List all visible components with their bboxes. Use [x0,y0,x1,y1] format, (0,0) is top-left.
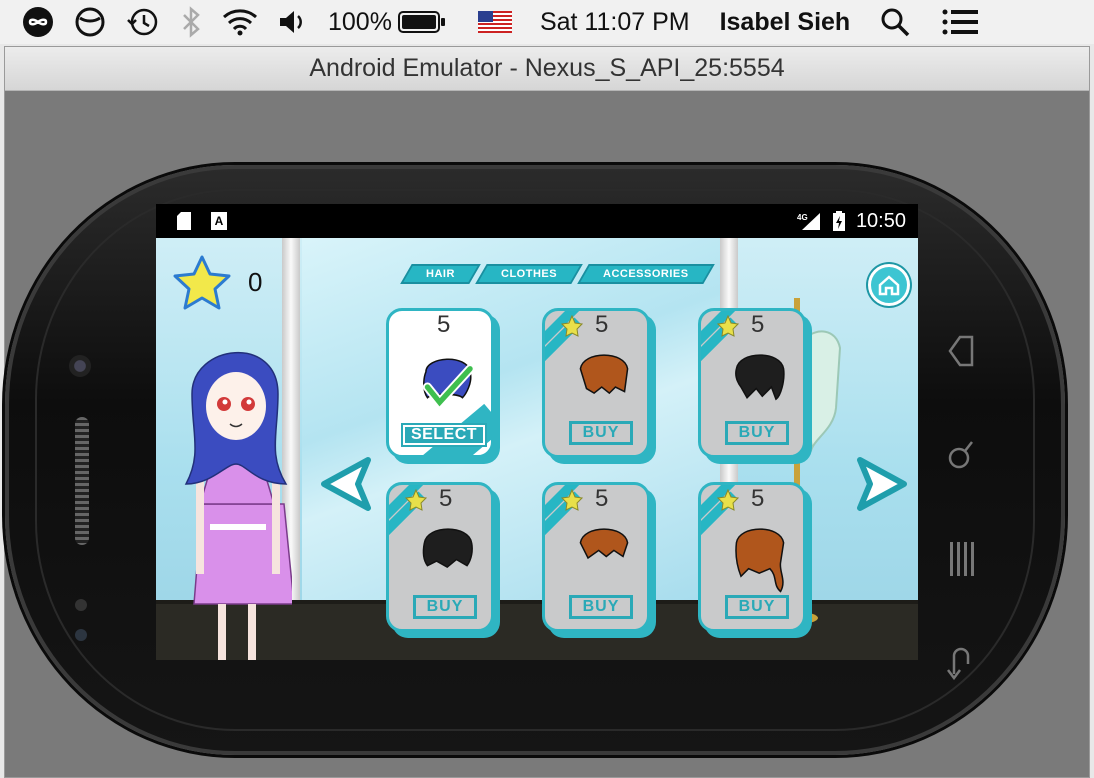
item-card[interactable]: 5 BUY [698,308,812,464]
star-count: 0 [248,266,263,297]
buy-button[interactable]: BUY [569,595,633,619]
keyboard-a-icon: A [211,212,227,230]
previous-arrow-icon[interactable] [318,454,378,514]
price-star-icon [405,489,427,511]
price-star-icon [717,315,739,337]
item-card[interactable]: 5 BUY [542,308,656,464]
spotlight-search-icon[interactable] [880,7,910,37]
mac-menu-bar: 100% Sat 11:07 PM Isabel Sieh [0,0,1094,44]
star-balance: 0 [172,254,262,310]
sd-card-icon [177,212,191,230]
bluetooth-icon[interactable] [180,5,202,39]
next-arrow-icon[interactable] [850,454,910,514]
window-title: Android Emulator - Nexus_S_API_25:5554 [5,47,1089,91]
menu-list-icon[interactable] [942,9,979,35]
wifi-icon[interactable] [222,7,258,37]
earpiece-speaker [75,417,89,545]
category-tabs: HAIR CLOTHES ACCESSORIES [400,264,715,284]
item-price: 5 [751,485,765,512]
home-key-icon[interactable] [946,611,976,715]
hardware-keys [941,299,981,715]
time-machine-icon[interactable] [126,6,160,38]
volume-icon[interactable] [278,8,308,36]
hairstyle-icon [422,528,473,569]
hairstyle-icon [579,354,629,395]
item-price: 5 [751,311,765,338]
menubar-clock[interactable]: Sat 11:07 PM [540,8,690,37]
dressup-game: 0 HAIR CLOTHES ACCESSORIES 5 SELECT 5 BU… [156,238,918,660]
battery-icon[interactable] [397,10,446,34]
star-icon [173,255,231,310]
item-price: 5 [595,485,609,512]
price-star-icon [561,489,583,511]
item-card[interactable]: 5 BUY [542,482,656,638]
battery-percent: 100% [328,7,392,36]
android-clock: 10:50 [855,209,906,232]
home-button[interactable] [868,264,910,306]
android-screen: A 4G 10:50 0 HAIR CLOTHES ACCESSORIES 5 … [156,204,918,660]
svg-text:A: A [215,214,224,228]
no-entry-icon[interactable] [74,6,106,38]
character-avatar [184,351,292,660]
buy-button[interactable]: BUY [725,421,789,445]
us-flag-icon[interactable] [477,11,512,33]
menubar-user[interactable]: Isabel Sieh [720,8,851,37]
android-status-bar: A 4G 10:50 [156,204,918,238]
hairstyle-icon [422,358,475,410]
sensor [75,629,87,641]
tab-hair[interactable]: HAIR [400,264,481,284]
select-button[interactable]: SELECT [401,423,487,447]
front-camera [69,355,91,377]
hairstyle-icon [579,528,629,560]
buy-button[interactable]: BUY [413,595,477,619]
item-price: 5 [439,485,453,512]
back-key-icon[interactable] [946,299,976,403]
tab-accessories[interactable]: ACCESSORIES [577,264,715,284]
signal-4g-icon: 4G [797,213,820,230]
item-card[interactable]: 5 SELECT [386,308,500,464]
tab-clothes[interactable]: CLOTHES [475,264,583,284]
hairstyle-icon [735,354,785,401]
price-star-icon [717,489,739,511]
home-icon [878,275,900,296]
menu-key-icon[interactable] [948,507,974,611]
sensor [75,599,87,611]
price-star-icon [561,315,583,337]
infinity-icon[interactable] [22,6,54,38]
buy-button[interactable]: BUY [569,421,633,445]
buy-button[interactable]: BUY [725,595,789,619]
item-price: 5 [437,311,451,338]
item-card[interactable]: 5 BUY [698,482,812,638]
item-price: 5 [595,311,609,338]
item-card[interactable]: 5 BUY [386,482,500,638]
battery-charging-icon [832,211,845,231]
hairstyle-icon [735,528,785,593]
network-type: 4G [797,213,808,222]
search-key-icon[interactable] [946,403,976,507]
